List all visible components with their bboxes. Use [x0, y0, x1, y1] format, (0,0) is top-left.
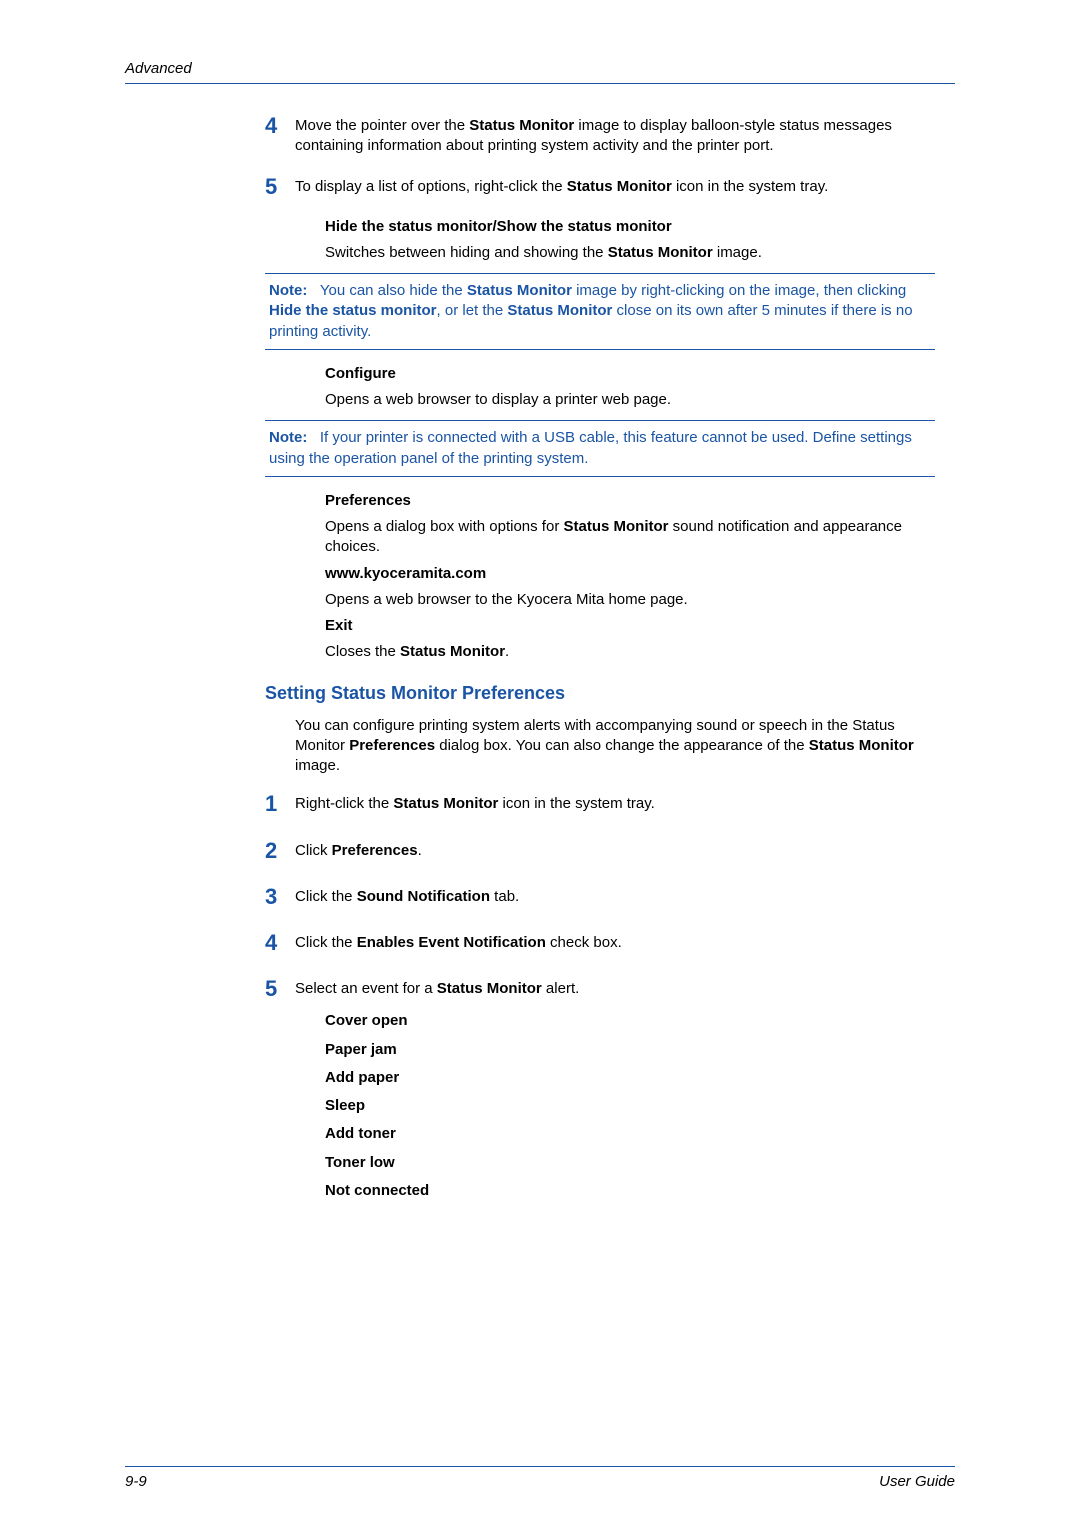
step-number: 2 — [265, 839, 295, 863]
option-www-text: Opens a web browser to the Kyocera Mita … — [325, 590, 935, 610]
event-item: Not connected — [325, 1181, 955, 1201]
step-4: 4 Move the pointer over the Status Monit… — [265, 114, 955, 157]
event-item: Cover open — [325, 1011, 955, 1031]
step-5: 5 To display a list of options, right-cl… — [265, 175, 955, 199]
step-text: Click the Sound Notification tab. — [295, 885, 955, 907]
step-b3: 3 Click the Sound Notification tab. — [265, 885, 955, 909]
step-text: Click Preferences. — [295, 839, 955, 861]
step-number: 5 — [265, 175, 295, 199]
event-item: Add toner — [325, 1124, 955, 1144]
event-item: Toner low — [325, 1153, 955, 1173]
option-hide-title: Hide the status monitor/Show the status … — [325, 217, 935, 237]
step-text: Click the Enables Event Notification che… — [295, 931, 955, 953]
note-1: Note: You can also hide the Status Monit… — [265, 273, 935, 350]
event-item: Add paper — [325, 1068, 955, 1088]
note-label: Note: — [269, 429, 307, 446]
note-2: Note: If your printer is connected with … — [265, 420, 935, 477]
heading-setting-status-monitor: Setting Status Monitor Preferences — [265, 683, 955, 704]
step-text: Select an event for a Status Monitor ale… — [295, 977, 955, 999]
page-number: 9-9 — [125, 1473, 147, 1490]
option-preferences-text: Opens a dialog box with options for Stat… — [325, 517, 935, 558]
option-exit-title: Exit — [325, 616, 935, 636]
event-item: Sleep — [325, 1096, 955, 1116]
page-content: Advanced 4 Move the pointer over the Sta… — [0, 0, 1080, 1249]
footer-rule — [125, 1466, 955, 1467]
doc-title: User Guide — [879, 1473, 955, 1490]
step-number: 1 — [265, 792, 295, 816]
step-number: 4 — [265, 931, 295, 955]
step-b4: 4 Click the Enables Event Notification c… — [265, 931, 955, 955]
option-preferences-title: Preferences — [325, 491, 935, 511]
option-exit-text: Closes the Status Monitor. — [325, 642, 935, 662]
event-list: Cover open Paper jam Add paper Sleep Add… — [325, 1011, 955, 1201]
option-hide-text: Switches between hiding and showing the … — [325, 243, 935, 263]
step-text: Right-click the Status Monitor icon in t… — [295, 792, 955, 814]
section-header: Advanced — [125, 60, 955, 77]
step-b2: 2 Click Preferences. — [265, 839, 955, 863]
option-configure-title: Configure — [325, 364, 935, 384]
step-number: 5 — [265, 977, 295, 1001]
step-b5: 5 Select an event for a Status Monitor a… — [265, 977, 955, 1001]
step-text: To display a list of options, right-clic… — [295, 175, 955, 197]
step-number: 3 — [265, 885, 295, 909]
page-footer: 9-9 User Guide — [125, 1466, 955, 1490]
step-b1: 1 Right-click the Status Monitor icon in… — [265, 792, 955, 816]
intro-paragraph: You can configure printing system alerts… — [295, 716, 935, 777]
note-label: Note: — [269, 282, 307, 299]
step-text: Move the pointer over the Status Monitor… — [295, 114, 955, 157]
option-configure-text: Opens a web browser to display a printer… — [325, 390, 935, 410]
step-number: 4 — [265, 114, 295, 138]
option-www-title: www.kyoceramita.com — [325, 564, 935, 584]
header-rule — [125, 83, 955, 84]
event-item: Paper jam — [325, 1040, 955, 1060]
